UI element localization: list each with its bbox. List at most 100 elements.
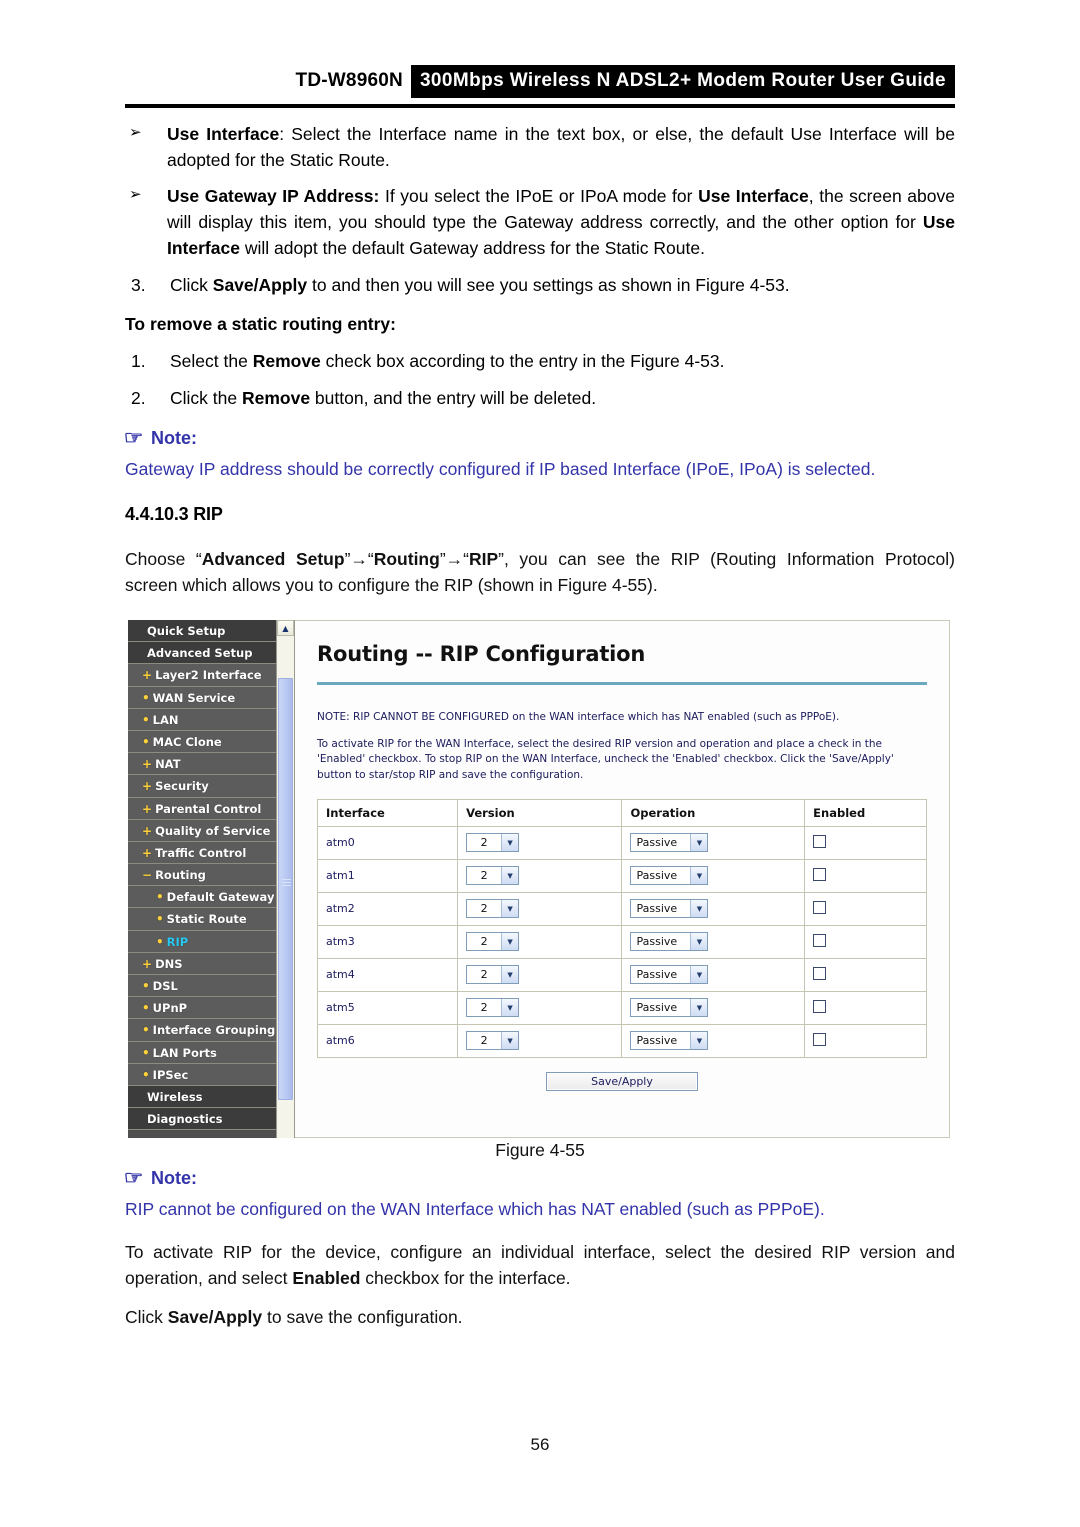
enabled-checkbox[interactable] [813, 933, 827, 947]
enabled-checkbox[interactable] [813, 1032, 827, 1046]
chevron-down-icon[interactable]: ▼ [690, 933, 708, 951]
router-admin-screenshot: Quick Setup Advanced Setup + Layer2 Interfa… [128, 620, 950, 1138]
sidebar-item-rip[interactable]: • RIP [128, 930, 276, 953]
sidebar-item-default-gateway[interactable]: • Default Gateway [128, 886, 276, 909]
enabled-checkbox[interactable] [813, 966, 827, 980]
version-select[interactable]: 2 ▼ [466, 998, 520, 1018]
scrollbar-track[interactable] [277, 636, 294, 1138]
router-sidebar-menu[interactable]: Quick Setup Advanced Setup + Layer2 Interfa… [128, 620, 277, 1138]
table-row: atm0 2 ▼ Passive ▼ [316, 825, 927, 860]
bullet-dot-icon: • [156, 934, 164, 949]
cell-enabled [804, 990, 927, 1025]
sidebar-item-label: Traffic Control [155, 845, 247, 860]
enabled-checkbox[interactable] [813, 999, 827, 1013]
version-select[interactable]: 2 ▼ [466, 899, 520, 919]
version-select[interactable]: 2 ▼ [466, 932, 520, 952]
intro-text-3: ”→“ [439, 549, 469, 570]
operation-select[interactable]: Passive ▼ [630, 899, 709, 919]
sidebar-item-parental-control[interactable]: + Parental Control [128, 797, 276, 820]
sidebar-item-quick-setup[interactable]: Quick Setup [128, 620, 276, 643]
remove-entry-heading: To remove a static routing entry: [125, 314, 396, 335]
version-select[interactable]: 2 ▼ [466, 965, 520, 985]
version-select[interactable]: 2 ▼ [466, 1031, 520, 1051]
version-select[interactable]: 2 ▼ [466, 833, 520, 853]
sidebar-item-label: LAN [152, 712, 179, 727]
step-text-2: to and then you will see you settings as… [307, 274, 790, 295]
enabled-checkbox[interactable] [813, 834, 827, 848]
note-title-label: Note: [151, 1168, 198, 1188]
operation-select[interactable]: Passive ▼ [630, 866, 709, 886]
sidebar-item-interface-grouping[interactable]: • Interface Grouping [128, 1019, 276, 1042]
chevron-down-icon[interactable]: ▼ [690, 834, 708, 852]
sidebar-item-security[interactable]: + Security [128, 775, 276, 798]
sidebar-item-nat[interactable]: + NAT [128, 753, 276, 776]
step-text-1: Click [170, 274, 213, 295]
save-apply-button[interactable]: Save/Apply [546, 1071, 698, 1091]
sidebar-scrollbar[interactable]: ▲ [277, 620, 295, 1138]
scrollbar-up-arrow-icon[interactable]: ▲ [277, 620, 294, 636]
sidebar-item-ipsec[interactable]: • IPSec [128, 1063, 276, 1086]
version-select-value: 2 [480, 869, 488, 883]
scrollbar-thumb[interactable] [278, 678, 293, 1100]
enabled-checkbox[interactable] [813, 867, 827, 881]
chevron-down-icon[interactable]: ▼ [690, 867, 708, 885]
sidebar-item-dns[interactable]: + DNS [128, 952, 276, 975]
closing-text-4: to save the configuration. [262, 1306, 463, 1327]
sidebar-item-layer2-interface[interactable]: + Layer2 Interface [128, 664, 276, 687]
sidebar-item-dsl[interactable]: • DSL [128, 975, 276, 998]
chevron-down-icon[interactable]: ▼ [690, 900, 708, 918]
chevron-down-icon[interactable]: ▼ [501, 966, 519, 984]
sidebar-item-lan-ports[interactable]: • LAN Ports [128, 1041, 276, 1064]
chevron-down-icon[interactable]: ▼ [690, 1032, 708, 1050]
chevron-down-icon[interactable]: ▼ [501, 867, 519, 885]
sidebar-item-wireless[interactable]: Wireless [128, 1085, 276, 1109]
version-select[interactable]: 2 ▼ [466, 866, 520, 886]
table-row: atm2 2 ▼ Passive ▼ [316, 891, 927, 926]
operation-select[interactable]: Passive ▼ [630, 932, 709, 952]
chevron-down-icon[interactable]: ▼ [690, 999, 708, 1017]
enabled-checkbox[interactable] [813, 900, 827, 914]
rip-configuration-panel: Routing -- RIP Configuration NOTE: RIP C… [295, 620, 950, 1138]
version-select-value: 2 [480, 1034, 488, 1048]
expand-plus-icon: + [142, 757, 153, 772]
bullet-lead-label: Use Interface [167, 124, 280, 144]
panel-title: Routing -- RIP Configuration [317, 642, 646, 666]
list-item: ➢ Use Gateway IP Address: If you select t… [125, 184, 955, 261]
sidebar-item-advanced-setup[interactable]: Advanced Setup [128, 642, 276, 665]
sidebar-item-traffic-control[interactable]: + Traffic Control [128, 841, 276, 865]
sidebar-item-wan-service[interactable]: • WAN Service [128, 686, 276, 709]
chevron-down-icon[interactable]: ▼ [501, 999, 519, 1017]
intro-bold-2: Routing [373, 549, 440, 570]
sidebar-item-upnp[interactable]: • UPnP [128, 997, 276, 1020]
step-text-2: check box according to the entry in the … [320, 351, 725, 372]
arrow-bullet-icon: ➢ [129, 124, 142, 141]
operation-select[interactable]: Passive ▼ [630, 998, 709, 1018]
sidebar-item-static-route[interactable]: • Static Route [128, 908, 276, 931]
step-text-2: button, and the entry will be deleted. [310, 388, 597, 409]
note-title: ☞ Note: [124, 428, 955, 449]
operation-select[interactable]: Passive ▼ [630, 965, 709, 985]
closing-text-2: checkbox for the interface. [360, 1268, 571, 1289]
sidebar-item-mac-clone[interactable]: • MAC Clone [128, 730, 276, 754]
chevron-down-icon[interactable]: ▼ [501, 933, 519, 951]
scrollbar-grip-icon [282, 879, 291, 887]
sidebar-item-diagnostics[interactable]: Diagnostics [128, 1108, 276, 1131]
operation-select[interactable]: Passive ▼ [630, 1031, 709, 1051]
section-intro-paragraph: Choose “Advanced Setup”→“Routing”→“RIP”,… [125, 547, 955, 598]
sidebar-item-quality-of-service[interactable]: + Quality of Service [128, 819, 276, 842]
chevron-down-icon[interactable]: ▼ [501, 834, 519, 852]
cell-interface: atm6 [316, 1023, 459, 1058]
closing-bold-2: Save/Apply [167, 1306, 263, 1327]
sidebar-item-routing[interactable]: − Routing [128, 864, 276, 887]
operation-select-value: Passive [636, 968, 678, 982]
sidebar-item-lan[interactable]: • LAN [128, 708, 276, 731]
operation-select-value: Passive [636, 869, 678, 883]
sidebar-item-label: UPnP [152, 1001, 188, 1016]
chevron-down-icon[interactable]: ▼ [501, 900, 519, 918]
operation-select[interactable]: Passive ▼ [630, 833, 709, 853]
chevron-down-icon[interactable]: ▼ [690, 966, 708, 984]
version-select-value: 2 [480, 836, 488, 850]
expand-plus-icon: + [142, 801, 153, 816]
cell-operation: Passive ▼ [621, 891, 806, 926]
chevron-down-icon[interactable]: ▼ [501, 1032, 519, 1050]
